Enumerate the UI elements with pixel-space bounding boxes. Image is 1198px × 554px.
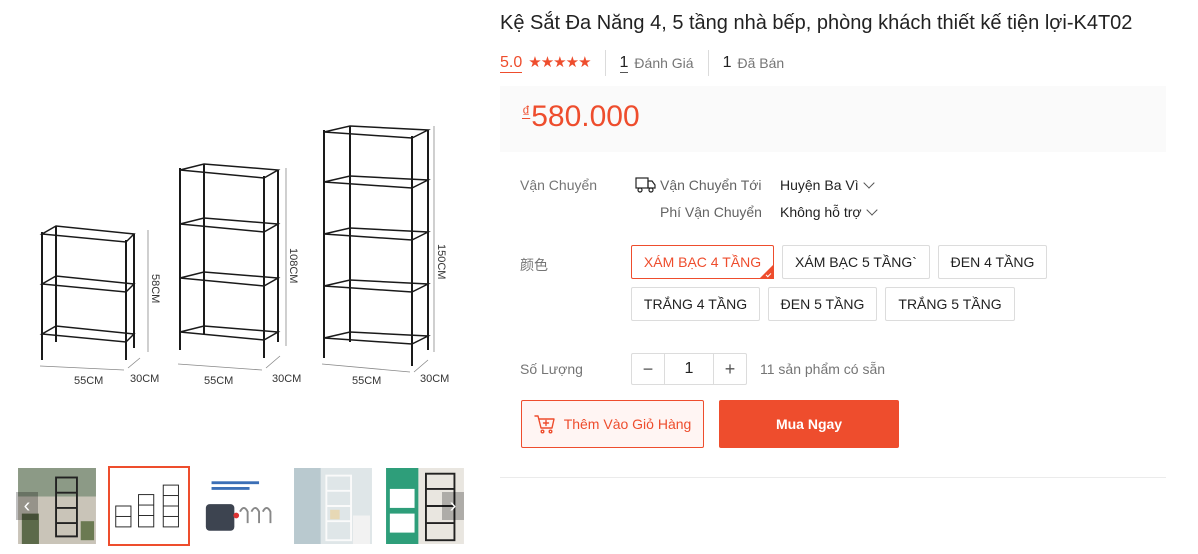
currency-symbol: ₫ <box>522 104 531 121</box>
variant-option-label: XÁM BẠC 4 TẦNG <box>643 254 762 270</box>
variant-option-label: XÁM BẠC 5 TẦNG` <box>795 254 917 270</box>
variant-option-6[interactable]: TRẮNG 5 TẦNG <box>885 287 1015 321</box>
increase-quantity-button[interactable]: + <box>714 354 746 384</box>
shipping-fee-value: Không hỗ trợ <box>780 204 862 220</box>
thumbnail-image <box>294 468 372 544</box>
variant-option-label: TRẮNG 4 TẦNG <box>643 296 748 312</box>
thumbnail-image <box>110 468 188 544</box>
buy-now-button[interactable]: Mua Ngay <box>719 400 899 448</box>
shipping-to-label: Vận Chuyển Tới <box>660 177 762 193</box>
width-label-2: 55CM <box>204 375 233 387</box>
star-rating: ★ ★ ★ ★ ★ <box>528 54 591 71</box>
quantity-stepper: − + <box>631 353 747 385</box>
divider <box>500 477 1166 478</box>
variant-option-label: ĐEN 4 TẦNG <box>950 254 1035 270</box>
height-label-58: 58CM <box>149 274 161 303</box>
shelf-dimensions-illustration: 55CM 30CM 55CM 30CM 55CM 30CM 58CM 108CM… <box>39 125 449 387</box>
sold-stat: 1 Đã Bán <box>709 54 799 72</box>
chevron-right-icon[interactable]: › <box>442 492 464 520</box>
shipping-fee-label: Phí Vận Chuyển <box>660 204 762 220</box>
depth-label-2: 30CM <box>272 373 301 385</box>
variant-option-label: ĐEN 5 TẦNG <box>780 296 865 312</box>
height-label-108: 108CM <box>287 248 299 283</box>
variant-option-3[interactable]: ĐEN 4 TẦNG <box>938 245 1047 279</box>
reviews-label: Đánh Giá <box>634 55 694 71</box>
sold-label: Đã Bán <box>737 55 785 71</box>
price-box: ₫ 580.000 <box>500 86 1166 152</box>
variant-option-4[interactable]: TRẮNG 4 TẦNG <box>631 287 760 321</box>
chevron-down-icon <box>862 177 875 189</box>
cart-plus-icon <box>533 415 555 434</box>
variant-option-label: TRẮNG 5 TẦNG <box>898 296 1002 312</box>
star-icon: ★ <box>540 54 554 71</box>
thumbnail-image <box>202 468 280 544</box>
variant-option-2[interactable]: XÁM BẠC 5 TẦNG` <box>782 245 930 279</box>
height-label-150: 150CM <box>435 244 447 279</box>
depth-label-1: 30CM <box>130 373 159 385</box>
quantity-label: Số Lượng <box>520 361 583 377</box>
price-value: 580.000 <box>531 100 640 133</box>
stock-text: 11 sản phẩm có sẵn <box>760 361 886 377</box>
shipping-destination-value: Huyện Ba Vì <box>780 177 859 193</box>
star-icon: ★ <box>578 54 591 71</box>
sold-count: 1 <box>722 54 732 71</box>
thumbnail-3[interactable] <box>200 466 282 546</box>
add-to-cart-label: Thêm Vào Giỏ Hàng <box>563 416 692 432</box>
reviews-stat[interactable]: 1 Đánh Giá <box>606 54 708 73</box>
rating-score[interactable]: 5.0 <box>500 54 523 73</box>
decrease-quantity-button[interactable]: − <box>632 354 664 384</box>
shipping-fee-select[interactable]: Không hỗ trợ <box>780 204 878 220</box>
thumbnail-strip: ‹ › <box>14 464 466 548</box>
variant-option-5[interactable]: ĐEN 5 TẦNG <box>768 287 877 321</box>
depth-label-3: 30CM <box>420 373 449 385</box>
variant-label: 颜色 <box>520 257 548 273</box>
star-icon: ★ <box>528 54 541 71</box>
thumbnail-4[interactable] <box>292 466 374 546</box>
product-title: Kệ Sắt Đa Năng 4, 5 tầng nhà bếp, phòng … <box>500 12 1133 34</box>
price: ₫ 580.000 <box>522 100 640 134</box>
shipping-label: Vận Chuyển <box>520 177 598 193</box>
reviews-count: 1 <box>619 53 629 73</box>
rating-row: 5.0 ★ ★ ★ ★ ★ 1 Đánh Giá 1 Đã Bán <box>500 50 798 76</box>
star-icon: ★ <box>565 54 579 71</box>
truck-icon <box>635 177 656 193</box>
variant-option-1[interactable]: XÁM BẠC 4 TẦNG <box>631 245 774 279</box>
chevron-left-icon[interactable]: ‹ <box>16 492 38 520</box>
quantity-input[interactable] <box>664 354 714 384</box>
shipping-destination-select[interactable]: Huyện Ba Vì <box>780 177 875 193</box>
main-product-image[interactable]: 55CM 30CM 55CM 30CM 55CM 30CM 58CM 108CM… <box>14 12 466 452</box>
star-icon: ★ <box>553 54 566 71</box>
add-to-cart-button[interactable]: Thêm Vào Giỏ Hàng <box>521 400 704 448</box>
width-label-1: 55CM <box>74 375 103 387</box>
width-label-3: 55CM <box>352 375 381 387</box>
thumbnail-2[interactable] <box>108 466 190 546</box>
chevron-down-icon <box>865 204 878 216</box>
